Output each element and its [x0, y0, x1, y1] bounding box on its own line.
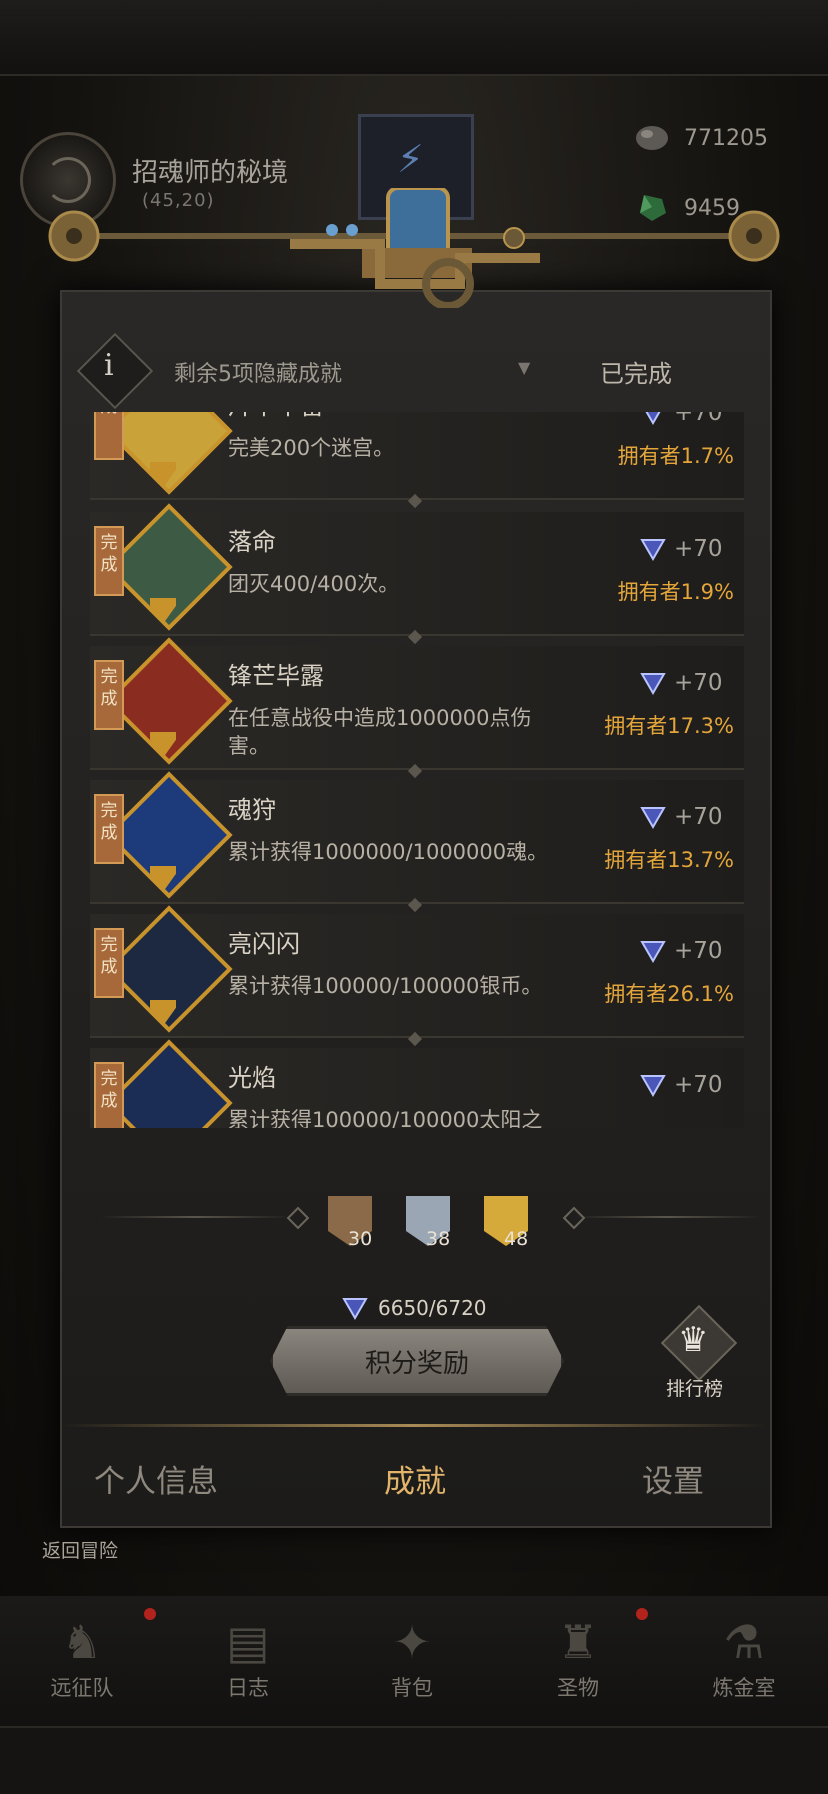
ornament-line-right: [574, 1216, 760, 1218]
owner-percentage: 拥有者13.7%: [604, 848, 734, 872]
achievement-row[interactable]: 完成 光焰 累计获得100000/100000太阳之 +70: [90, 1039, 744, 1128]
achievement-title: 魂狩: [228, 796, 276, 824]
achievement-desc: 累计获得100000/100000银币。: [228, 974, 543, 998]
nav-label: 圣物: [557, 1676, 599, 1700]
points-reward-button[interactable]: 积分奖励: [270, 1326, 564, 1396]
resource-silver-value: 771205: [684, 125, 768, 151]
achievement-row[interactable]: 完成 亮闪闪 累计获得100000/100000银币。 +70 拥有者26.1%: [90, 905, 744, 1038]
completed-tag: 完成: [94, 794, 124, 864]
achievement-point-icon: [645, 412, 661, 425]
achievement-desc: 累计获得100000/100000太阳之: [228, 1108, 543, 1128]
resource-silver: 771205: [634, 118, 768, 158]
nav-label: 背包: [391, 1676, 433, 1700]
achievement-point-icon: [640, 807, 666, 829]
total-score: 6650/6720: [378, 1296, 487, 1320]
completed-tag: 成: [94, 412, 124, 460]
lantern-icon: [105, 1039, 233, 1128]
notification-dot: [144, 1608, 156, 1620]
nav-label: 远征队: [50, 1676, 114, 1700]
completed-tag: 完成: [94, 1062, 124, 1128]
completed-tag: 完成: [94, 526, 124, 596]
bronze-medal-count: 30: [348, 1228, 373, 1250]
achievement-points: +70: [640, 670, 723, 696]
owner-percentage: 拥有者26.1%: [604, 982, 734, 1006]
tab-profile[interactable]: 个人信息: [94, 1456, 218, 1501]
info-glyph: i: [104, 348, 114, 383]
nav-label: 日志: [227, 1676, 269, 1700]
leaderboard-label: 排行榜: [666, 1378, 724, 1400]
location-name: 招魂师的秘境: [132, 158, 289, 188]
relic-icon: ♜: [557, 1615, 599, 1669]
achievement-desc: 在任意战役中造成1000000点伤害。: [228, 706, 532, 758]
nav-expedition[interactable]: ♞ 远征队: [22, 1612, 142, 1716]
points-value: +70: [674, 412, 723, 426]
achievement-points: +70: [640, 938, 723, 964]
points-value: +70: [674, 938, 723, 964]
back-to-adventure-button[interactable]: 返回冒险: [42, 1536, 118, 1563]
tab-achievements[interactable]: 成就: [384, 1456, 446, 1501]
tab-separator: [60, 1424, 768, 1427]
owner-percentage: 拥有者17.3%: [604, 714, 734, 738]
achievement-points: +70: [640, 536, 723, 562]
silver-ore-icon: [636, 126, 668, 150]
nav-relics[interactable]: ♜ 圣物: [518, 1612, 638, 1716]
points-value: +70: [674, 804, 723, 830]
owner-percentage: 拥有者1.7%: [617, 444, 734, 468]
points-value: +70: [674, 1072, 723, 1098]
nav-alchemy[interactable]: ⚗ 炼金室: [684, 1612, 804, 1716]
journal-icon: ▤: [226, 1615, 270, 1669]
achievement-point-icon: [640, 673, 666, 695]
achievement-points: +70: [640, 804, 723, 830]
nav-label: 炼金室: [712, 1676, 776, 1700]
achievement-row[interactable]: 完成 魂狩 累计获得1000000/1000000魂。 +70 拥有者13.7%: [90, 771, 744, 904]
ornament-line-left: [100, 1216, 290, 1218]
hidden-achievements-label: 剩余5项隐藏成就: [174, 362, 342, 387]
bottom-bar: [0, 1726, 828, 1794]
achievement-point-icon: [342, 1298, 368, 1320]
achievement-point-icon: [640, 539, 666, 561]
leaderboard-button[interactable]: ♛ 排行榜: [660, 1304, 738, 1400]
dropdown-arrow-icon[interactable]: ▼: [518, 358, 530, 377]
achievement-point-icon: [640, 941, 666, 963]
status-bar: [0, 0, 828, 76]
owner-percentage: 拥有者1.9%: [617, 580, 734, 604]
achievement-title: 光焰: [228, 1064, 276, 1092]
nav-journal[interactable]: ▤ 日志: [188, 1612, 308, 1716]
achievement-title: 落命: [228, 528, 276, 556]
achievement-desc: 累计获得1000000/1000000魂。: [228, 840, 549, 864]
achievement-point-icon: [640, 1075, 666, 1097]
achievement-title: 锋芒毕露: [228, 662, 324, 690]
crown-icon: ♛: [678, 1320, 709, 1360]
achievement-list[interactable]: 成 片中不留 完美200个迷宫。 +70 拥有者1.7% 完成 落命 团灭400…: [90, 412, 744, 1128]
achievement-row[interactable]: 完成 锋芒毕露 在任意战役中造成1000000点伤害。 +70 拥有者17.3%: [90, 637, 744, 770]
points-value: +70: [674, 670, 723, 696]
achievement-title: 亮闪闪: [228, 930, 300, 958]
points-value: +70: [674, 536, 723, 562]
achievement-points: +70: [640, 1072, 723, 1098]
steampunk-machine-ornament: [48, 188, 780, 308]
gold-medal-count: 48: [504, 1228, 529, 1250]
achievement-points: +70: [640, 412, 723, 426]
achievement-desc: 完美200个迷宫。: [228, 436, 395, 460]
maze-icon: [105, 412, 233, 495]
info-icon[interactable]: [76, 332, 154, 410]
achievement-filter[interactable]: i 剩余5项隐藏成就 ▼ 已完成: [76, 332, 740, 410]
nav-backpack[interactable]: ✦ 背包: [352, 1612, 472, 1716]
achievement-desc: 团灭400/400次。: [228, 572, 400, 596]
completed-tag: 完成: [94, 660, 124, 730]
alchemy-icon: ⚗: [723, 1615, 765, 1669]
completed-filter-tab[interactable]: 已完成: [600, 354, 672, 389]
completed-tag: 完成: [94, 928, 124, 998]
achievement-row[interactable]: 完成 落命 团灭400/400次。 +70 拥有者1.9%: [90, 503, 744, 636]
silver-medal-count: 38: [426, 1228, 451, 1250]
achievement-title: 片中不留: [228, 412, 324, 421]
helmet-icon: ♞: [61, 1615, 103, 1669]
backpack-icon: ✦: [392, 1615, 432, 1669]
tab-settings[interactable]: 设置: [642, 1456, 704, 1501]
achievement-row[interactable]: 成 片中不留 完美200个迷宫。 +70 拥有者1.7%: [90, 412, 744, 500]
